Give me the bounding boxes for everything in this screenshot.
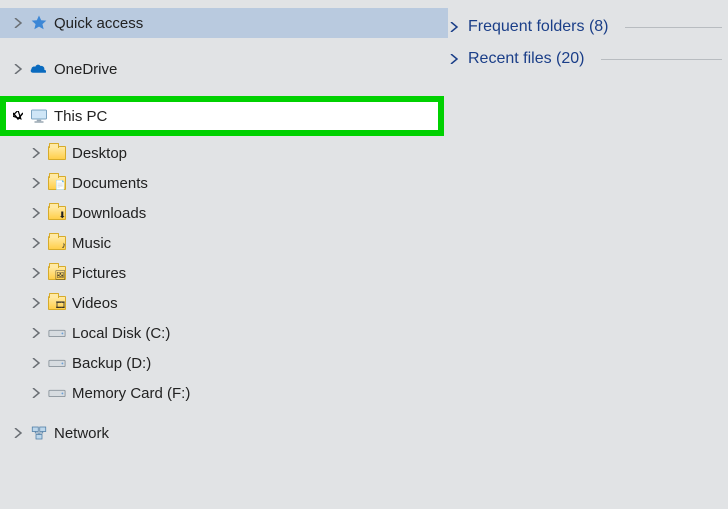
tree-item-memory-card[interactable]: Memory Card (F:) bbox=[0, 378, 448, 408]
separator-line bbox=[601, 59, 723, 60]
chevron-right-icon[interactable] bbox=[12, 64, 24, 74]
memory-card-label: Memory Card (F:) bbox=[72, 385, 190, 402]
chevron-right-icon[interactable] bbox=[30, 238, 42, 248]
separator-line bbox=[625, 27, 722, 28]
chevron-right-icon[interactable] bbox=[30, 358, 42, 368]
documents-folder-icon: 📄 bbox=[48, 174, 66, 192]
drive-icon bbox=[48, 354, 66, 372]
chevron-right-icon[interactable] bbox=[12, 18, 24, 28]
chevron-right-icon[interactable] bbox=[12, 428, 24, 438]
content-pane: Frequent folders (8) Recent files (20) bbox=[448, 0, 728, 509]
music-label: Music bbox=[72, 235, 111, 252]
tree-item-this-pc[interactable]: This PC bbox=[0, 96, 444, 136]
music-folder-icon: ♪ bbox=[48, 234, 66, 252]
chevron-right-icon[interactable] bbox=[30, 268, 42, 278]
documents-label: Documents bbox=[72, 175, 148, 192]
star-icon bbox=[30, 14, 48, 32]
onedrive-label: OneDrive bbox=[54, 61, 117, 78]
expanded-icon[interactable] bbox=[12, 111, 24, 121]
chevron-right-icon[interactable] bbox=[30, 328, 42, 338]
desktop-label: Desktop bbox=[72, 145, 127, 162]
this-pc-icon bbox=[30, 107, 48, 125]
chevron-right-icon[interactable] bbox=[448, 54, 460, 64]
drive-icon bbox=[48, 324, 66, 342]
drive-icon bbox=[48, 384, 66, 402]
group-frequent-folders[interactable]: Frequent folders (8) bbox=[448, 18, 722, 36]
quick-access-label: Quick access bbox=[54, 15, 143, 32]
desktop-folder-icon bbox=[48, 144, 66, 162]
network-label: Network bbox=[54, 425, 109, 442]
videos-folder-icon: 🎞 bbox=[48, 294, 66, 312]
navigation-pane: Quick access OneDrive This PC bbox=[0, 0, 448, 509]
tree-item-local-disk[interactable]: Local Disk (C:) bbox=[0, 318, 448, 348]
tree-item-backup[interactable]: Backup (D:) bbox=[0, 348, 448, 378]
tree-item-network[interactable]: Network bbox=[0, 418, 448, 448]
network-icon bbox=[30, 424, 48, 442]
chevron-right-icon[interactable] bbox=[30, 148, 42, 158]
backup-label: Backup (D:) bbox=[72, 355, 151, 372]
chevron-right-icon[interactable] bbox=[30, 388, 42, 398]
tree-item-quick-access[interactable]: Quick access bbox=[0, 8, 448, 38]
downloads-label: Downloads bbox=[72, 205, 146, 222]
chevron-right-icon[interactable] bbox=[30, 208, 42, 218]
tree-item-desktop[interactable]: Desktop bbox=[0, 138, 448, 168]
downloads-folder-icon: ⬇ bbox=[48, 204, 66, 222]
tree-item-videos[interactable]: 🎞 Videos bbox=[0, 288, 448, 318]
tree-item-downloads[interactable]: ⬇ Downloads bbox=[0, 198, 448, 228]
recent-files-label: Recent files (20) bbox=[468, 50, 585, 68]
chevron-right-icon[interactable] bbox=[30, 178, 42, 188]
videos-label: Videos bbox=[72, 295, 118, 312]
frequent-folders-label: Frequent folders (8) bbox=[468, 18, 609, 36]
tree-item-documents[interactable]: 📄 Documents bbox=[0, 168, 448, 198]
local-disk-label: Local Disk (C:) bbox=[72, 325, 170, 342]
tree-item-pictures[interactable]: 🖼 Pictures bbox=[0, 258, 448, 288]
onedrive-icon bbox=[30, 60, 48, 78]
pictures-folder-icon: 🖼 bbox=[48, 264, 66, 282]
tree-item-music[interactable]: ♪ Music bbox=[0, 228, 448, 258]
chevron-right-icon[interactable] bbox=[448, 22, 460, 32]
tree-item-onedrive[interactable]: OneDrive bbox=[0, 54, 448, 84]
chevron-right-icon[interactable] bbox=[30, 298, 42, 308]
group-recent-files[interactable]: Recent files (20) bbox=[448, 50, 722, 68]
pictures-label: Pictures bbox=[72, 265, 126, 282]
this-pc-label: This PC bbox=[54, 108, 107, 125]
